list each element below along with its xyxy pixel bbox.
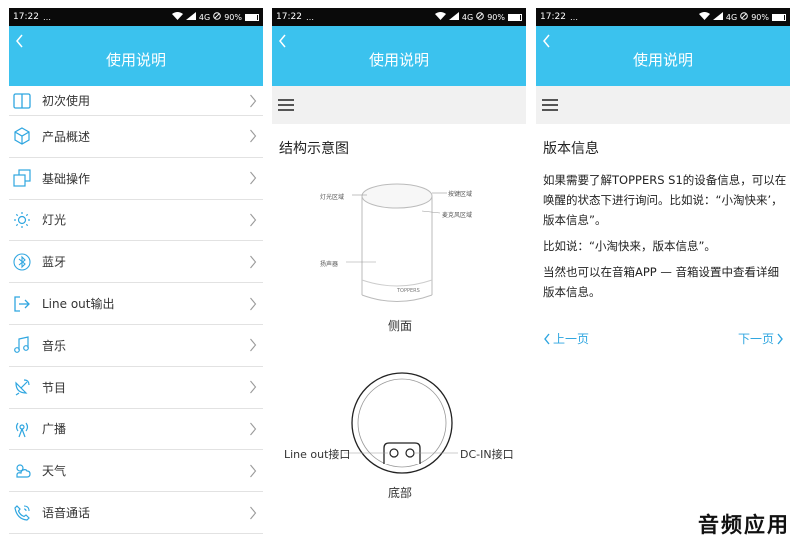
chevron-right-icon [250,464,257,478]
network-type: 4G [725,12,738,22]
menu-item[interactable]: 灯光 [9,200,263,242]
chevron-right-icon [250,130,257,143]
menu-item-label: 天气 [42,464,67,479]
menu-item-label: 灯光 [42,213,67,228]
chevron-right-icon [250,422,257,436]
layers-icon [12,168,32,188]
status-dots: … [42,12,52,22]
title-bar: 使用说明 [536,26,790,86]
chevron-right-icon [250,94,257,107]
cube-icon [12,126,32,146]
menu-item[interactable]: 初次使用 [9,86,263,116]
chevron-right-icon [250,213,257,227]
menu-item[interactable]: 产品概述 [9,116,263,158]
network-type: 4G [198,12,211,22]
panel-structure: 17:22 … 4G 90% 使用说明 结构示意图 TOPPERS 灯光区域 按… [272,8,526,540]
dc-in-port-label: DC-IN接口 [460,448,514,461]
next-page-link[interactable]: 下一页 [738,330,784,347]
phone-icon [12,503,32,523]
chevron-right-icon [250,255,257,269]
battery-percent: 90% [751,12,769,22]
menu-item-label: Line out输出 [42,297,115,312]
back-arrow-icon[interactable] [540,32,554,50]
page-title: 使用说明 [632,51,693,69]
battery-percent: 90% [224,12,242,22]
toolbar [536,86,790,124]
signal-icon [185,12,196,22]
broadcast-icon [12,419,32,439]
sun-icon [12,210,32,230]
bluetooth-icon [12,252,32,272]
panel-version-info: 17:22 … 4G 90% 使用说明 版本信息 如果需要了解TOPPERS S… [536,8,790,540]
export-icon [12,294,32,314]
line-out-port-label: Line out接口 [284,448,351,461]
menu-item-label: 节目 [42,380,67,395]
menu-item-label: 语音通话 [42,506,91,521]
menu-item[interactable]: 基础操作 [9,158,263,200]
status-time: 17:22 [13,12,39,22]
menu-item-label: 音乐 [42,338,67,353]
weather-icon [12,461,32,481]
battery-icon [772,13,786,21]
chevron-right-icon [250,380,257,394]
wifi-icon [171,12,183,22]
menu-item[interactable]: 蓝牙 [9,241,263,284]
chevron-left-icon [544,333,550,344]
chevron-right-icon [250,171,257,185]
page-title: 使用说明 [105,51,166,69]
panel-menu: 17:22 … 4G 90% 使用说明 初次使用产品概述基础操作灯光蓝牙 Line… [9,8,263,540]
status-time: 17:22 [540,12,566,22]
bottom-caption: 底部 [388,486,413,500]
chevron-right-icon [777,333,783,344]
menu-item[interactable]: 语音通话 [9,492,263,534]
menu-item[interactable]: 天气 [9,450,263,493]
prev-page-link[interactable]: 上一页 [543,330,589,347]
version-paragraph-1: 如果需要了解TOPPERS S1的设备信息，可以在唤醒的状态下进行询问。比如说：… [543,173,787,227]
menu-item[interactable]: 节目 [9,367,263,409]
port-leader-lines [344,452,458,454]
title-bar: 使用说明 [9,26,263,86]
menu-item-label: 基础操作 [42,171,91,186]
no-disturb-icon [213,12,222,22]
menu-item[interactable]: 广播 [9,409,263,451]
battery-icon [245,13,259,21]
menu-item[interactable]: Line out输出 [9,283,263,325]
section-title: 版本信息 [543,141,599,157]
satellite-icon [12,377,32,397]
signal-icon [712,12,723,22]
music-note-icon [12,335,32,355]
status-bar: 17:22 … 4G 90% [9,8,263,26]
version-paragraph-2: 比如说：“小淘快来，版本信息”。 [543,239,716,253]
version-paragraph-3: 当然也可以在音箱APP — 音箱设置中查看详细版本信息。 [543,265,780,299]
no-disturb-icon [740,12,749,22]
book-icon [12,91,32,111]
menu-item-label: 广播 [42,422,67,437]
menu-item-label: 产品概述 [42,129,91,144]
wifi-icon [698,12,710,22]
prev-page-label: 上一页 [553,332,590,346]
next-page-label: 下一页 [737,332,774,346]
status-bar: 17:22 … 4G 90% [536,8,790,26]
menu-item-label: 蓝牙 [42,255,67,270]
menu-item-label: 初次使用 [42,94,91,108]
chevron-right-icon [250,506,257,519]
menu-item[interactable]: 音乐 [9,325,263,367]
back-arrow-icon[interactable] [13,32,27,50]
chevron-right-icon [250,339,257,352]
hamburger-menu-icon[interactable] [542,99,558,111]
watermark: 音频应用 [698,513,790,537]
help-menu: 初次使用产品概述基础操作灯光蓝牙 Line out输出 音乐节目广播天气语音通话 [9,86,263,534]
chevron-right-icon [250,297,257,310]
status-dots: … [569,12,579,22]
